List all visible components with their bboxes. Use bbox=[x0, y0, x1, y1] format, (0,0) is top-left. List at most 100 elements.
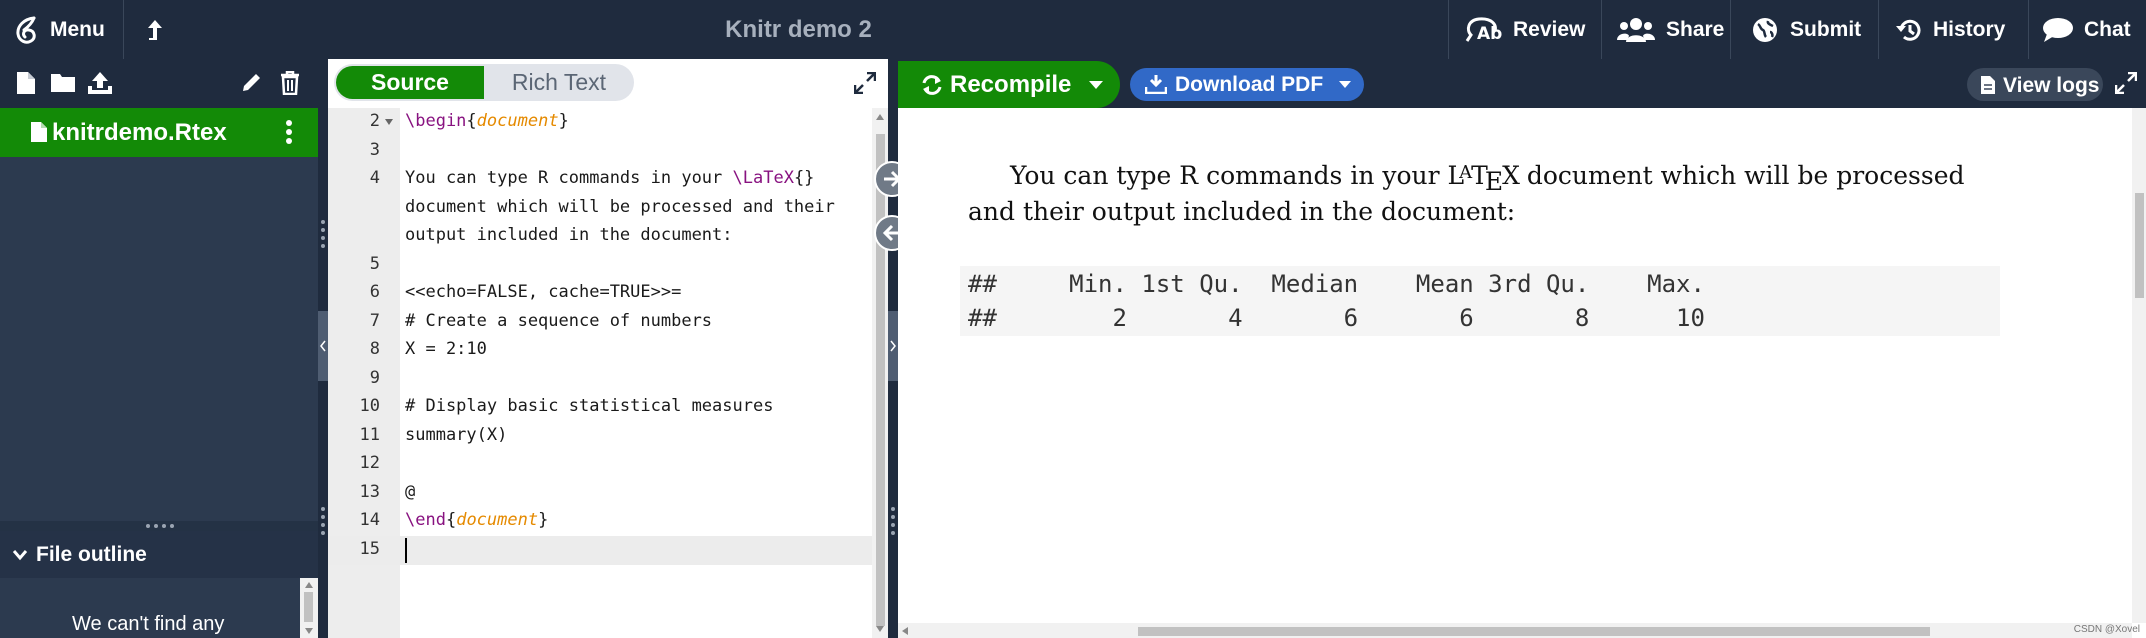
left-panel-splitter[interactable] bbox=[318, 59, 328, 638]
chevron-right-icon bbox=[890, 340, 896, 352]
scroll-down-arrow-icon bbox=[305, 628, 313, 634]
editor-mode-toggle: Source Rich Text bbox=[334, 64, 634, 101]
chat-button[interactable]: Chat bbox=[2042, 0, 2131, 59]
code-line[interactable]: 3 bbox=[328, 137, 872, 166]
code-line[interactable]: 9 bbox=[328, 365, 872, 394]
code-line[interactable]: 7 # Create a sequence of numbers bbox=[328, 308, 872, 337]
history-label: History bbox=[1933, 17, 2006, 41]
rename-pencil-icon[interactable] bbox=[241, 71, 263, 98]
scroll-up-arrow-icon bbox=[876, 114, 884, 120]
grip-dots-icon bbox=[321, 507, 325, 535]
share-label: Share bbox=[1666, 17, 1725, 41]
download-pdf-label: Download PDF bbox=[1175, 73, 1324, 96]
refresh-icon bbox=[922, 75, 942, 95]
file-tree-item-selected[interactable]: knitrdemo.Rtex bbox=[0, 108, 318, 157]
file-outline-label: File outline bbox=[36, 542, 147, 566]
code-line[interactable]: 13 @ bbox=[328, 479, 872, 508]
collapse-pdf-handle[interactable] bbox=[888, 311, 898, 381]
pdf-horizontal-scrollbar[interactable] bbox=[898, 623, 2132, 638]
history-icon bbox=[1896, 19, 1921, 41]
code-line[interactable]: 6 <<echo=FALSE, cache=TRUE>>= bbox=[328, 279, 872, 308]
text-caret bbox=[405, 538, 407, 563]
file-tree-panel: knitrdemo.Rtex File outline We can't fin… bbox=[0, 59, 318, 638]
review-button[interactable]: Ab Review bbox=[1463, 0, 1585, 59]
recompile-button[interactable]: Recompile bbox=[898, 61, 1120, 108]
grip-dots-icon bbox=[146, 524, 174, 528]
editor-scroll-thumb[interactable] bbox=[876, 134, 885, 626]
view-logs-button[interactable]: View logs bbox=[1967, 68, 2103, 101]
pdf-preview[interactable]: You can type R commands in your LATEX do… bbox=[898, 108, 2146, 638]
download-pdf-button[interactable]: Download PDF bbox=[1130, 68, 1364, 101]
toolbar-divider bbox=[1448, 0, 1449, 59]
caret-down-icon bbox=[1089, 81, 1103, 89]
expand-icon[interactable] bbox=[854, 72, 876, 94]
code-line[interactable]: 4 You can type R commands in your \LaTeX… bbox=[328, 165, 872, 194]
pdf-vertical-scroll-thumb[interactable] bbox=[2135, 193, 2144, 298]
toolbar-divider bbox=[2028, 0, 2029, 59]
caret-down-icon[interactable] bbox=[1339, 81, 1351, 88]
code-line[interactable]: 12 bbox=[328, 450, 872, 479]
code-line[interactable]: 14 \end{document} bbox=[328, 507, 872, 536]
editor-toolbar: Source Rich Text bbox=[328, 59, 888, 108]
grip-dots-icon bbox=[321, 220, 325, 248]
chevron-left-icon bbox=[320, 340, 326, 352]
new-file-icon[interactable] bbox=[16, 71, 36, 100]
users-icon bbox=[1617, 17, 1655, 42]
file-tree-toolbar bbox=[0, 59, 318, 108]
upload-icon[interactable] bbox=[87, 71, 113, 100]
code-line[interactable]: 2 \begin{document} bbox=[328, 108, 872, 137]
review-icon: Ab bbox=[1465, 16, 1502, 44]
code-line-wrapped[interactable]: output included in the document: bbox=[328, 222, 872, 251]
file-name: knitrdemo.Rtex bbox=[52, 118, 227, 146]
outline-scrollbar[interactable] bbox=[300, 578, 318, 638]
r-output-values: ## 2 4 6 6 8 10 bbox=[968, 304, 1705, 332]
latex-logo: LATEX bbox=[1447, 161, 1520, 196]
code-line[interactable]: 10 # Display basic statistical measures bbox=[328, 393, 872, 422]
code-line[interactable]: 11 summary(X) bbox=[328, 422, 872, 451]
delete-trash-icon[interactable] bbox=[280, 70, 300, 100]
download-icon bbox=[1145, 75, 1167, 94]
outline-empty-message: We can't find any bbox=[72, 613, 225, 635]
code-line-active[interactable]: 15 bbox=[328, 536, 872, 565]
history-button[interactable]: History bbox=[1895, 0, 2005, 59]
submit-button[interactable]: Submit bbox=[1752, 0, 1861, 59]
toolbar-divider bbox=[1730, 0, 1731, 59]
scroll-down-arrow-icon bbox=[876, 626, 884, 632]
toolbar-divider bbox=[1878, 0, 1879, 59]
pdf-toolbar: Recompile Download PDF View logs bbox=[898, 59, 2146, 108]
chat-label: Chat bbox=[2084, 17, 2131, 41]
code-line[interactable]: 8 X = 2:10 bbox=[328, 336, 872, 365]
outline-scroll-thumb[interactable] bbox=[304, 592, 313, 622]
toolbar-divider bbox=[1601, 0, 1602, 59]
recompile-label: Recompile bbox=[950, 71, 1072, 98]
scroll-left-arrow-icon bbox=[902, 627, 908, 635]
view-logs-label: View logs bbox=[2003, 74, 2100, 97]
code-line-wrapped[interactable]: document which will be processed and the… bbox=[328, 194, 872, 223]
pdf-vertical-scrollbar[interactable] bbox=[2132, 108, 2146, 623]
project-title[interactable]: Knitr demo 2 bbox=[0, 0, 1597, 59]
expand-icon[interactable] bbox=[2115, 72, 2137, 94]
share-button[interactable]: Share bbox=[1616, 0, 1724, 59]
code-line[interactable]: 5 bbox=[328, 251, 872, 280]
review-label: Review bbox=[1513, 17, 1586, 41]
submit-label: Submit bbox=[1790, 17, 1862, 41]
fold-arrow-icon[interactable] bbox=[385, 119, 393, 125]
outline-resize-handle[interactable] bbox=[0, 521, 318, 531]
chat-bubble-icon bbox=[2043, 17, 2073, 42]
more-options-icon[interactable] bbox=[286, 120, 292, 144]
new-folder-icon[interactable] bbox=[50, 71, 76, 98]
rich-text-mode-button[interactable]: Rich Text bbox=[484, 64, 634, 101]
file-outline-body: We can't find any bbox=[0, 578, 318, 638]
collapse-file-tree-handle[interactable] bbox=[318, 311, 328, 381]
source-mode-button[interactable]: Source bbox=[336, 66, 484, 99]
r-output-block: ## Min. 1st Qu. Median Mean 3rd Qu. Max.… bbox=[960, 266, 2000, 336]
file-outline-header[interactable]: File outline bbox=[0, 531, 318, 578]
recompile-options-button[interactable] bbox=[1074, 61, 1120, 108]
pdf-horizontal-scroll-thumb[interactable] bbox=[1138, 627, 1930, 636]
document-icon bbox=[1981, 76, 1995, 94]
editor-pdf-splitter[interactable] bbox=[888, 59, 898, 638]
svg-text:Ab: Ab bbox=[1477, 24, 1502, 44]
code-editor[interactable]: 2 \begin{document} 3 4 You can type R co… bbox=[328, 108, 888, 638]
chevron-down-icon bbox=[12, 550, 28, 561]
watermark: CSDN @Xovel bbox=[2073, 624, 2140, 635]
